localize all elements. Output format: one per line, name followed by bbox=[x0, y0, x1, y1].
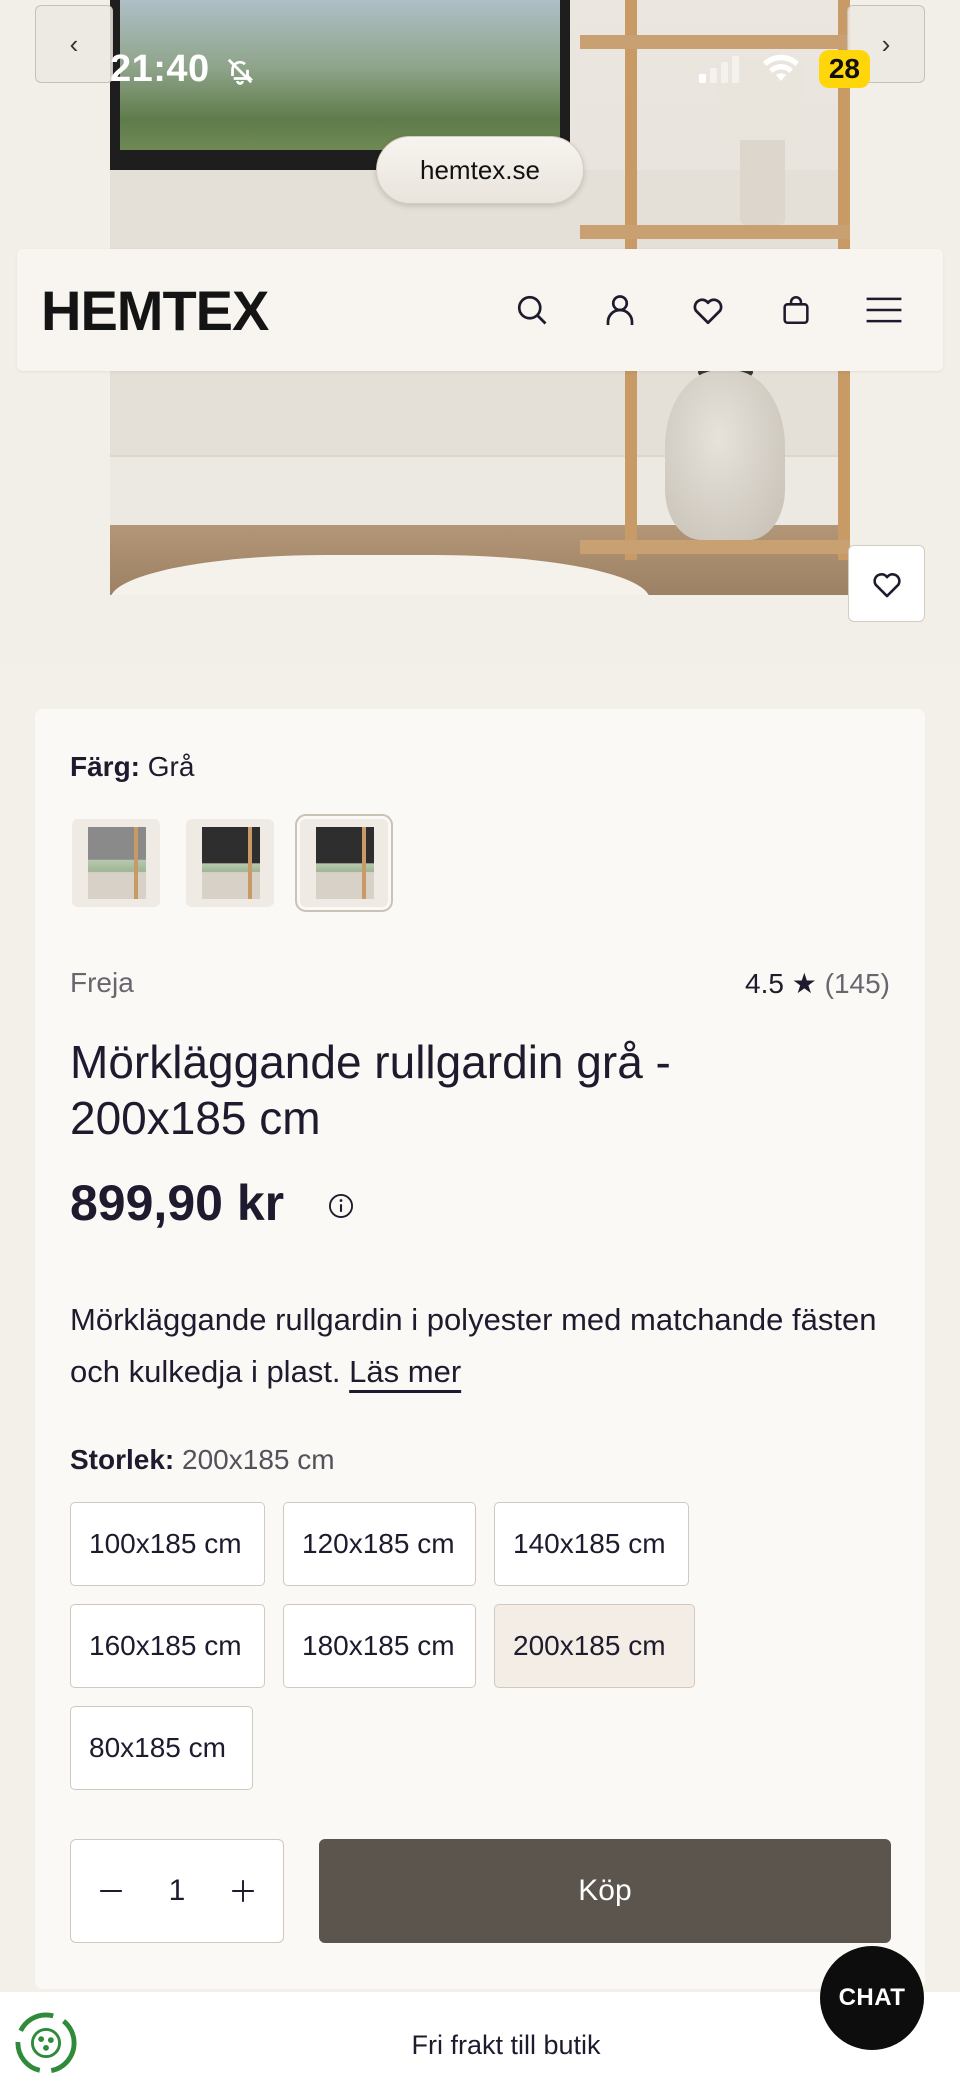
vase-in-photo bbox=[665, 370, 785, 540]
buy-button[interactable]: Köp bbox=[319, 1839, 891, 1943]
decrease-quantity-button[interactable] bbox=[91, 1871, 131, 1911]
chevron-right-icon: › bbox=[881, 28, 891, 59]
url-bar[interactable]: hemtex.se bbox=[376, 136, 584, 204]
product-brand[interactable]: Freja bbox=[70, 967, 134, 999]
size-options: 100x185 cm 120x185 cm 140x185 cm 160x185… bbox=[70, 1502, 890, 1790]
menu-icon bbox=[866, 297, 902, 323]
color-swatch-selected[interactable] bbox=[295, 814, 393, 912]
increase-quantity-button[interactable] bbox=[223, 1871, 263, 1911]
info-icon[interactable] bbox=[327, 1192, 355, 1220]
wifi-icon bbox=[762, 54, 799, 81]
add-to-wishlist-button[interactable] bbox=[848, 545, 925, 622]
search-button[interactable] bbox=[513, 291, 551, 329]
wishlist-button[interactable] bbox=[689, 291, 727, 329]
chat-button[interactable]: CHAT bbox=[820, 1946, 924, 2050]
user-icon bbox=[606, 295, 634, 325]
size-selector-label: Storlek: 200x185 cm bbox=[70, 1444, 335, 1475]
quantity-value[interactable]: 1 bbox=[169, 1874, 186, 1908]
battery-indicator: 28 bbox=[818, 50, 870, 88]
size-option[interactable]: 100x185 cm bbox=[70, 1502, 265, 1586]
product-price: 899,90 kr bbox=[70, 1175, 285, 1231]
size-option[interactable]: 160x185 cm bbox=[70, 1604, 265, 1688]
color-swatches bbox=[72, 814, 393, 912]
size-option[interactable]: 180x185 cm bbox=[283, 1604, 476, 1688]
site-header: HEMTEX bbox=[17, 249, 943, 371]
size-option[interactable]: 120x185 cm bbox=[283, 1502, 476, 1586]
search-icon bbox=[517, 295, 547, 325]
quantity-stepper: 1 bbox=[70, 1839, 284, 1943]
account-button[interactable] bbox=[601, 291, 639, 329]
plus-icon bbox=[232, 1880, 254, 1902]
size-option-selected[interactable]: 200x185 cm bbox=[494, 1604, 695, 1688]
product-info-card: Färg: Grå Freja 4.5 ★ (145) Mörkläggande… bbox=[35, 709, 925, 1989]
previous-image-button[interactable]: ‹ bbox=[35, 5, 113, 83]
heart-icon bbox=[872, 572, 901, 597]
color-selector-label: Färg: Grå bbox=[70, 751, 195, 782]
cart-button[interactable] bbox=[777, 291, 815, 329]
bell-muted-icon bbox=[227, 58, 254, 85]
product-hero: ‹ › 21:40 28 hemtex.se HEMTEX bbox=[0, 0, 960, 665]
color-swatch-2[interactable] bbox=[186, 819, 274, 907]
read-more-link[interactable]: Läs mer bbox=[349, 1354, 461, 1389]
size-option[interactable]: 80x185 cm bbox=[70, 1706, 253, 1790]
heart-icon bbox=[693, 298, 723, 325]
size-option[interactable]: 140x185 cm bbox=[494, 1502, 689, 1586]
site-logo[interactable]: HEMTEX bbox=[41, 278, 269, 343]
cellular-signal-icon bbox=[698, 56, 739, 83]
menu-button[interactable] bbox=[865, 291, 903, 329]
status-indicators: 28 bbox=[697, 50, 870, 88]
product-rating[interactable]: 4.5 ★ (145) bbox=[745, 967, 890, 1000]
status-time: 21:40 bbox=[110, 48, 255, 91]
free-shipping-text: Fri frakt till butik bbox=[411, 2030, 601, 2060]
bag-icon bbox=[783, 296, 809, 325]
chevron-left-icon: ‹ bbox=[69, 28, 79, 59]
color-swatch-1[interactable] bbox=[72, 819, 160, 907]
minus-icon bbox=[100, 1890, 122, 1892]
product-title: Mörkläggande rullgardin grå - 200x185 cm bbox=[70, 1036, 671, 1144]
product-description: Mörkläggande rullgardin i polyester med … bbox=[70, 1302, 877, 1389]
